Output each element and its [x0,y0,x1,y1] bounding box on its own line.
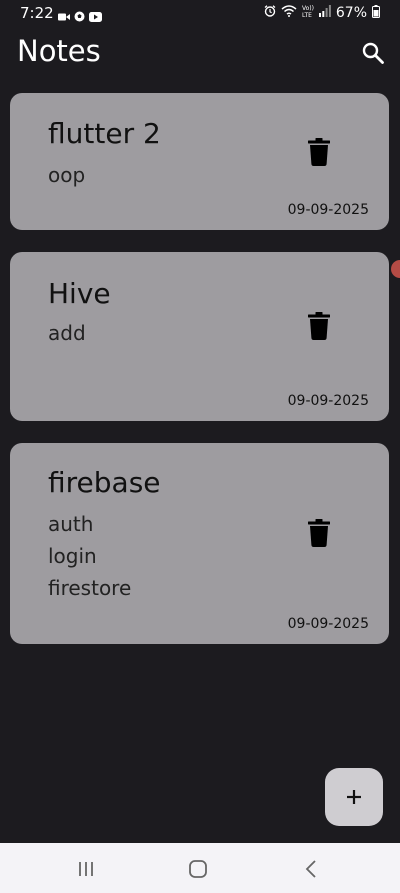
svg-text:Vo)): Vo)) [302,5,314,12]
trash-icon [308,312,330,340]
note-title: flutter 2 [48,117,161,150]
search-button[interactable] [358,38,388,68]
trash-icon [308,138,330,166]
video-camera-icon [58,7,70,26]
battery-icon [372,4,380,22]
home-button[interactable] [186,858,210,880]
status-bar: 7:22 Vo)) LTE 67% [0,0,400,28]
system-nav-bar [0,843,400,893]
delete-note-button[interactable] [307,519,331,547]
plus-icon [347,790,361,804]
back-icon [305,860,316,878]
note-title: firebase [48,466,161,499]
status-notification-icons [58,7,102,26]
note-body: auth login firestore [48,512,132,600]
page-title: Notes [17,34,101,68]
notes-screen: 7:22 Vo)) LTE 67% Notes flutter 2 oop 09… [0,0,400,893]
note-date: 09-09-2025 [287,202,369,218]
note-card[interactable]: flutter 2 oop 09-09-2025 [10,93,389,230]
wifi-icon [281,5,297,21]
note-title: Hive [48,277,111,310]
recents-button[interactable] [74,858,98,880]
edge-panel-handle[interactable] [391,260,400,278]
note-date: 09-09-2025 [287,393,369,409]
app-bar: Notes [0,28,400,78]
note-date: 09-09-2025 [287,616,369,632]
battery-percent: 67% [335,5,367,21]
status-system-icons: Vo)) LTE 67% [264,4,380,22]
note-body: add [48,321,86,345]
status-time: 7:22 [20,4,54,22]
youtube-icon [89,7,102,26]
delete-note-button[interactable] [307,312,331,340]
alarm-icon [264,5,276,21]
search-icon [362,42,384,64]
back-button[interactable] [299,858,323,880]
note-card[interactable]: Hive add 09-09-2025 [10,252,389,421]
home-icon [189,860,207,878]
add-note-button[interactable] [325,768,383,826]
note-body: oop [48,163,86,187]
recents-icon [79,862,93,876]
volte-icon: Vo)) LTE [302,4,314,22]
svg-text:LTE: LTE [302,12,312,18]
soccer-ball-icon [74,7,85,26]
trash-icon [308,519,330,547]
signal-icon [318,5,331,21]
note-card[interactable]: firebase auth login firestore 09-09-2025 [10,443,389,644]
delete-note-button[interactable] [307,138,331,166]
